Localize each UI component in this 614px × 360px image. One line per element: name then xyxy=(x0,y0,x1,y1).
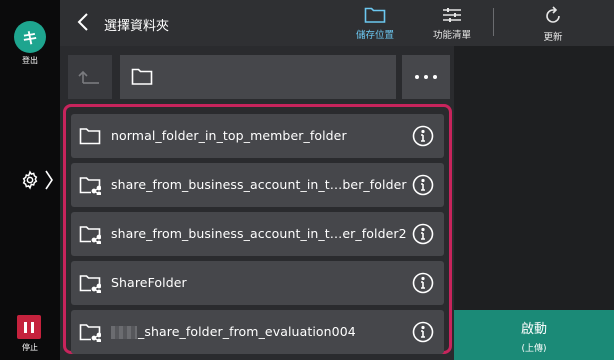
folder-icon xyxy=(364,7,386,23)
header-bar: 選擇資料夾 儲存位置 功能清單 更新 xyxy=(60,0,614,46)
redacted-text xyxy=(111,326,137,339)
current-path-field xyxy=(120,55,396,99)
parent-folder-button[interactable] xyxy=(68,55,112,99)
app-root: キ 登出 停止 選擇資料夾 儲存位置 功能清單 更新 normal_folder… xyxy=(0,0,614,360)
folder-name-wrapper: _share_folder_from_evaluation004 xyxy=(111,324,356,339)
start-sub-label: (上傳) xyxy=(521,344,547,354)
refresh-icon xyxy=(546,6,560,23)
folder-name: share_from_business_account_in_t…ber_fol… xyxy=(111,177,407,192)
start-upload-button[interactable]: 啟動 (上傳) xyxy=(454,310,614,360)
shared-folder-icon xyxy=(79,226,101,244)
info-icon[interactable] xyxy=(412,272,434,294)
logout-label: 登出 xyxy=(22,56,38,65)
page-title: 選擇資料夾 xyxy=(104,19,170,34)
shared-folder-icon xyxy=(79,324,101,342)
list-item[interactable]: share_from_business_account_in_t…ber_fol… xyxy=(71,163,444,207)
list-item[interactable]: normal_folder_in_top_member_folder xyxy=(71,114,444,158)
function-list-tab[interactable]: 功能清單 xyxy=(417,6,487,44)
chevron-right-icon[interactable] xyxy=(44,168,54,192)
logout-glyph: キ xyxy=(22,28,38,47)
folder-name: ShareFolder xyxy=(111,275,187,290)
refresh-button[interactable]: 更新 xyxy=(518,6,588,44)
info-icon[interactable] xyxy=(412,125,434,147)
folder-icon xyxy=(131,68,153,85)
sliders-icon xyxy=(443,8,461,22)
list-item[interactable]: share_from_business_account_in_t…er_fold… xyxy=(71,212,444,256)
stop-label: 停止 xyxy=(22,343,38,352)
info-icon[interactable] xyxy=(412,321,434,343)
info-icon[interactable] xyxy=(412,174,434,196)
folder-icon xyxy=(79,128,101,145)
folder-list-highlight: normal_folder_in_top_member_folder share… xyxy=(63,104,452,354)
right-panel xyxy=(454,46,614,310)
info-icon[interactable] xyxy=(412,223,434,245)
folder-name: normal_folder_in_top_member_folder xyxy=(111,128,347,143)
back-arrow-icon[interactable] xyxy=(76,12,90,32)
save-location-tab[interactable]: 儲存位置 xyxy=(340,6,410,44)
start-label: 啟動 xyxy=(520,322,547,337)
list-item[interactable]: ShareFolder xyxy=(71,261,444,305)
list-item[interactable]: _share_folder_from_evaluation004 xyxy=(71,310,444,354)
more-options-button[interactable] xyxy=(402,55,450,99)
folder-name: _share_folder_from_evaluation004 xyxy=(138,324,356,339)
stop-button[interactable] xyxy=(17,315,41,339)
path-bar xyxy=(60,46,454,102)
shared-folder-icon xyxy=(79,275,101,293)
gear-icon[interactable] xyxy=(20,170,40,190)
refresh-label: 更新 xyxy=(543,32,563,43)
header-divider xyxy=(493,8,494,36)
up-level-icon xyxy=(78,70,99,84)
save-location-label: 儲存位置 xyxy=(355,30,394,41)
logout-button[interactable]: キ xyxy=(14,21,46,53)
shared-folder-icon xyxy=(79,177,101,195)
left-rail: キ 登出 停止 xyxy=(0,0,60,360)
folder-name: share_from_business_account_in_t…er_fold… xyxy=(111,226,407,241)
function-list-label: 功能清單 xyxy=(432,30,471,41)
